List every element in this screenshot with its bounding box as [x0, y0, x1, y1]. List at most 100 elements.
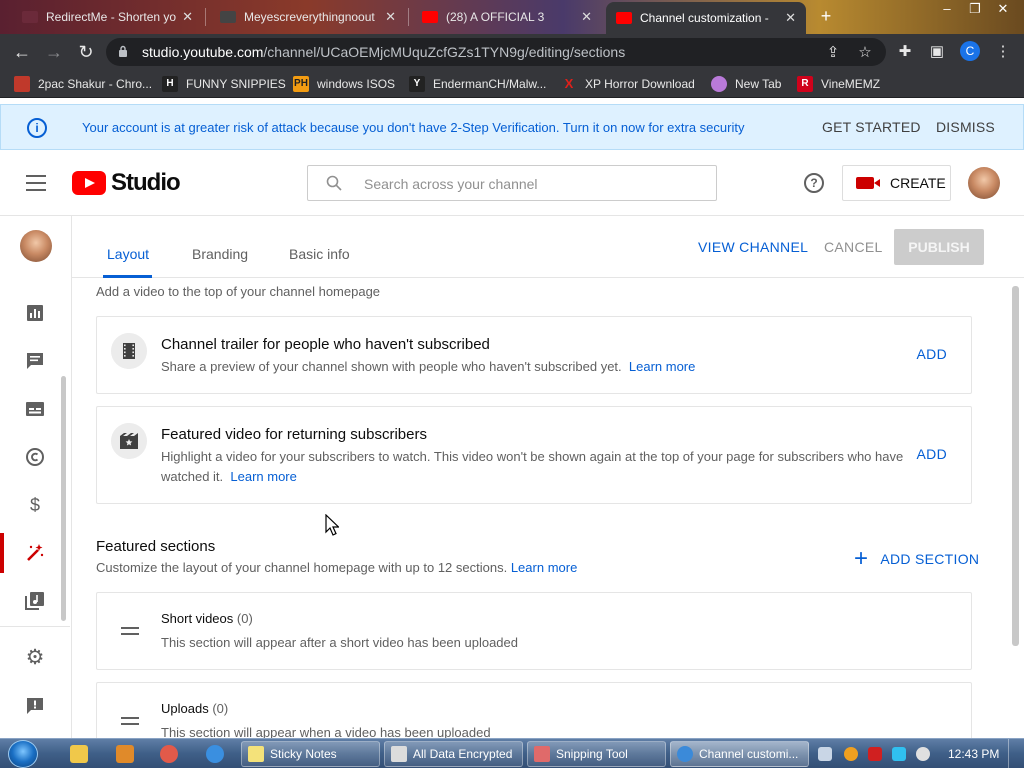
taskbar-window-label: All Data Encrypted: [413, 747, 513, 761]
bookmarks-bar: 2pac Shakur - Chro... H FUNNY SNIPPIES P…: [0, 70, 1024, 98]
browser-tab[interactable]: (28) A OFFICIAL 3 ✕: [412, 2, 602, 32]
new-tab-button[interactable]: +: [816, 6, 836, 26]
extensions-icon[interactable]: ✚: [896, 43, 914, 61]
tray-icon[interactable]: [892, 747, 906, 761]
create-button[interactable]: CREATE: [842, 165, 951, 201]
bookmark-item[interactable]: Y EndermanCH/Malw...: [409, 75, 546, 93]
learn-more-link[interactable]: Learn more: [230, 469, 296, 484]
tray-icon[interactable]: [916, 747, 930, 761]
content-scrollbar[interactable]: [1012, 286, 1019, 646]
browser-menu-icon[interactable]: ⋮: [994, 43, 1012, 61]
dismiss-button[interactable]: DISMISS: [936, 119, 995, 135]
bookmark-item[interactable]: X XP Horror Download: [561, 75, 695, 93]
bookmark-label: 2pac Shakur - Chro...: [38, 77, 153, 91]
tab-title: (28) A OFFICIAL 3: [446, 10, 545, 24]
bookmark-item[interactable]: R VineMEMZ: [797, 75, 880, 93]
nav-copyright[interactable]: [0, 435, 70, 479]
tray-icon[interactable]: [818, 747, 832, 761]
side-panel-icon[interactable]: ▣: [928, 43, 946, 61]
close-window-icon[interactable]: ✕: [988, 0, 1018, 20]
back-icon[interactable]: ←: [10, 41, 34, 63]
section-row[interactable]: Short videos (0) This section will appea…: [96, 592, 972, 670]
get-started-button[interactable]: GET STARTED: [822, 119, 921, 135]
minimize-icon[interactable]: –: [932, 0, 962, 20]
restore-icon[interactable]: ❐: [960, 0, 990, 20]
nav-earn[interactable]: $: [0, 483, 70, 527]
reload-icon[interactable]: ↻: [74, 41, 98, 63]
tab-close-icon[interactable]: ✕: [779, 10, 796, 26]
learn-more-link[interactable]: Learn more: [511, 560, 577, 575]
hamburger-menu-icon[interactable]: [26, 175, 46, 191]
section-desc: This section will appear when a video ha…: [161, 725, 491, 738]
cancel-button[interactable]: CANCEL: [824, 239, 883, 255]
add-featured-video-button[interactable]: ADD: [917, 446, 947, 462]
lock-icon: [119, 45, 127, 57]
tab-branding[interactable]: Branding: [192, 246, 248, 262]
search-input[interactable]: Search across your channel: [307, 165, 717, 201]
start-button[interactable]: [8, 740, 38, 768]
url-bar[interactable]: studio.youtube.com/channel/UCaOEMjcMUquZ…: [106, 38, 886, 66]
forward-icon[interactable]: →: [42, 41, 66, 63]
featured-sections-title: Featured sections: [96, 538, 216, 555]
tray-icon[interactable]: [868, 747, 882, 761]
nav-send-feedback[interactable]: [0, 684, 70, 728]
taskbar-window[interactable]: Snipping Tool: [527, 741, 666, 767]
tab-basic-info[interactable]: Basic info: [289, 246, 350, 262]
taskbar-window-active[interactable]: Channel customi...: [670, 741, 809, 767]
bookmark-item[interactable]: H FUNNY SNIPPIES: [162, 75, 286, 93]
feedback-icon: [27, 698, 43, 714]
nav-divider: [0, 626, 70, 627]
bookmark-item[interactable]: 2pac Shakur - Chro...: [14, 75, 152, 93]
bookmark-item[interactable]: PH windows ISOS: [293, 75, 395, 93]
browser-tab[interactable]: Meyescreverythingnoout ✕: [210, 2, 406, 32]
share-icon[interactable]: ⇪: [824, 44, 842, 62]
view-channel-button[interactable]: VIEW CHANNEL: [698, 239, 808, 255]
section-row[interactable]: Uploads (0) This section will appear whe…: [96, 682, 972, 738]
learn-more-link[interactable]: Learn more: [629, 359, 695, 374]
youtube-favicon-icon: [422, 11, 438, 23]
search-icon: [326, 175, 342, 191]
layout-panel: Add a video to the top of your channel h…: [72, 279, 1024, 738]
taskbar-clock[interactable]: 12:43 PM: [948, 747, 999, 761]
publish-button[interactable]: PUBLISH: [894, 229, 984, 265]
nav-scrollbar[interactable]: [61, 376, 66, 621]
internet-explorer-icon[interactable]: [206, 745, 224, 763]
nav-comments[interactable]: [0, 339, 70, 383]
address-bar-row: ← → ↻ studio.youtube.com/channel/UCaOEMj…: [0, 34, 1024, 70]
tab-close-icon[interactable]: ✕: [379, 9, 396, 25]
tab-close-icon[interactable]: ✕: [176, 9, 193, 25]
bookmark-star-icon[interactable]: ☆: [856, 44, 874, 62]
app-icon[interactable]: [160, 745, 178, 763]
nav-subtitles[interactable]: [0, 387, 70, 431]
tab-close-icon[interactable]: ✕: [575, 9, 592, 25]
browser-tab[interactable]: RedirectMe - Shorten yo ✕: [12, 2, 202, 32]
taskbar-window[interactable]: All Data Encrypted: [384, 741, 523, 767]
add-trailer-button[interactable]: ADD: [917, 346, 947, 362]
tab-divider: [205, 8, 206, 26]
tray-icon[interactable]: [844, 747, 858, 761]
help-icon[interactable]: ?: [804, 173, 824, 193]
account-avatar[interactable]: [968, 167, 1000, 199]
taskbar-window[interactable]: Sticky Notes: [241, 741, 380, 767]
drag-handle-icon[interactable]: [121, 627, 139, 635]
bookmark-label: FUNNY SNIPPIES: [186, 77, 286, 91]
nav-audio-library[interactable]: [0, 579, 70, 623]
show-desktop-button[interactable]: [1008, 739, 1024, 768]
browser-tab-active[interactable]: Channel customization - ✕: [606, 2, 806, 34]
media-player-icon[interactable]: [116, 745, 134, 763]
copyright-icon: [26, 448, 44, 466]
nav-analytics[interactable]: [0, 291, 70, 335]
add-section-button[interactable]: + ADD SECTION: [854, 547, 979, 571]
browser-profile-avatar[interactable]: C: [960, 41, 980, 61]
film-icon: [111, 333, 147, 369]
drag-handle-icon[interactable]: [121, 717, 139, 725]
section-desc: This section will appear after a short v…: [161, 635, 518, 650]
explorer-icon[interactable]: [70, 745, 88, 763]
studio-logo[interactable]: Studio: [72, 169, 181, 197]
nav-settings[interactable]: ⚙: [0, 636, 70, 680]
nav-customization[interactable]: [0, 531, 70, 575]
channel-avatar[interactable]: [20, 230, 52, 262]
bookmark-item[interactable]: New Tab: [711, 75, 781, 93]
tab-layout[interactable]: Layout: [107, 246, 149, 262]
tab-title: Channel customization -: [640, 11, 769, 25]
